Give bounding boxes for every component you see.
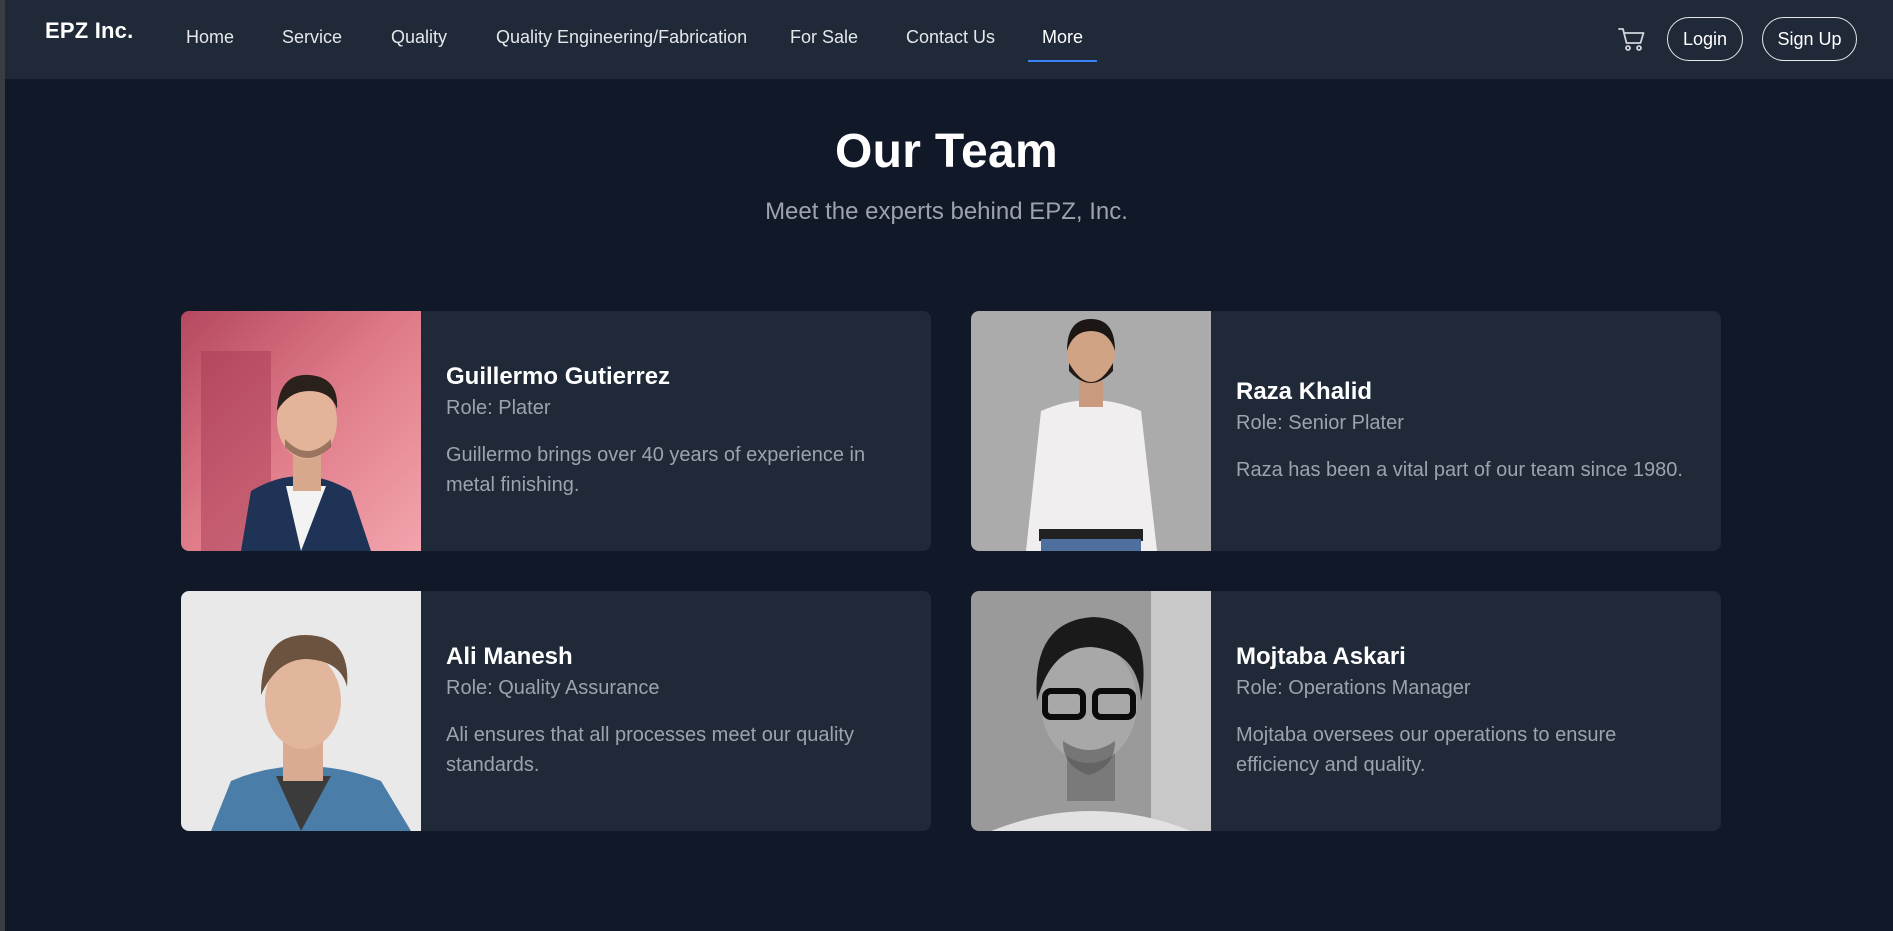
team-card: Ali Manesh Role: Quality Assurance Ali e… (181, 591, 931, 831)
team-member-name: Raza Khalid (1236, 377, 1373, 405)
nav-service[interactable]: Service (282, 27, 342, 48)
team-member-photo (971, 311, 1211, 551)
team-member-role: Role: Quality Assurance (446, 676, 660, 699)
team-card-body: Raza Khalid Role: Senior Plater Raza has… (1236, 311, 1691, 551)
team-card-body: Guillermo Gutierrez Role: Plater Guiller… (446, 311, 901, 551)
team-member-role: Role: Plater (446, 396, 551, 419)
page-title: Our Team (835, 125, 1058, 178)
team-member-photo (181, 311, 421, 551)
team-card-body: Ali Manesh Role: Quality Assurance Ali e… (446, 591, 901, 831)
active-nav-indicator (1028, 60, 1097, 62)
login-button[interactable]: Login (1667, 17, 1743, 61)
logo[interactable]: EPZ Inc. (45, 18, 133, 44)
team-member-description: Ali ensures that all processes meet our … (446, 723, 854, 776)
team-member-name: Ali Manesh (446, 642, 573, 670)
team-card: Mojtaba Askari Role: Operations Manager … (971, 591, 1721, 831)
team-card: Guillermo Gutierrez Role: Plater Guiller… (181, 311, 931, 551)
team-member-role: Role: Operations Manager (1236, 676, 1471, 699)
team-member-photo (181, 591, 421, 831)
team-member-name: Mojtaba Askari (1236, 642, 1406, 670)
nav-more[interactable]: More (1042, 27, 1083, 48)
nav-home[interactable]: Home (186, 27, 234, 48)
team-card-body: Mojtaba Askari Role: Operations Manager … (1236, 591, 1691, 831)
team-member-description: Raza has been a vital part of our team s… (1236, 458, 1683, 481)
team-member-description: Guillermo brings over 40 years of experi… (446, 443, 866, 496)
nav-quality[interactable]: Quality (391, 27, 447, 48)
page-subtitle: Meet the experts behind EPZ, Inc. (765, 198, 1128, 225)
team-member-description: Mojtaba oversees our operations to ensur… (1236, 723, 1617, 776)
cart-icon[interactable] (1617, 24, 1647, 54)
nav-for-sale[interactable]: For Sale (790, 27, 858, 48)
team-member-name: Guillermo Gutierrez (446, 362, 671, 390)
team-member-photo (971, 591, 1211, 831)
team-card: Raza Khalid Role: Senior Plater Raza has… (971, 311, 1721, 551)
navbar: EPZ Inc. Home Service Quality Quality En… (5, 0, 1893, 79)
sign-up-button[interactable]: Sign Up (1762, 17, 1857, 61)
team-member-role: Role: Senior Plater (1236, 411, 1404, 434)
nav-contact-us[interactable]: Contact Us (906, 27, 995, 48)
nav-quality-engineering[interactable]: Quality Engineering/Fabrication (496, 27, 747, 48)
